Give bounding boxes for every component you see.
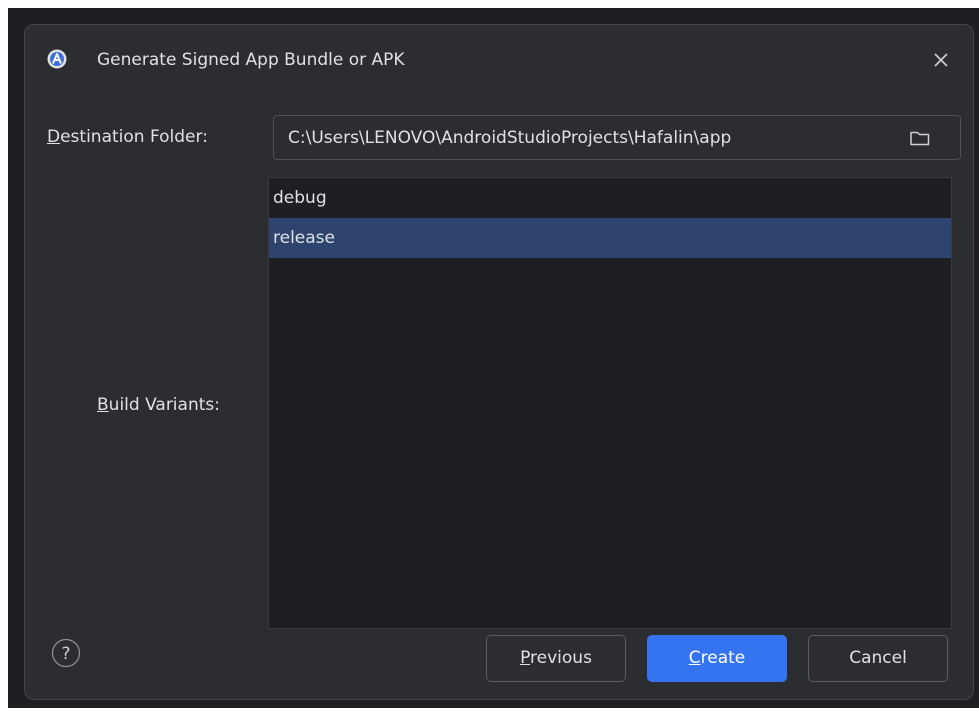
android-studio-icon bbox=[47, 49, 67, 69]
create-button[interactable]: Create bbox=[647, 635, 787, 682]
create-mnemonic: C bbox=[688, 648, 701, 668]
destination-label-mnemonic: D bbox=[47, 127, 61, 147]
close-icon[interactable] bbox=[930, 49, 952, 71]
help-icon[interactable]: ? bbox=[51, 638, 81, 668]
previous-label: revious bbox=[530, 648, 592, 668]
previous-mnemonic: P bbox=[520, 648, 531, 668]
help-glyph: ? bbox=[61, 644, 70, 664]
destination-folder-label: Destination Folder: bbox=[47, 126, 208, 148]
build-variants-list[interactable]: debug release bbox=[268, 177, 952, 629]
variant-item-debug[interactable]: debug bbox=[269, 178, 951, 218]
previous-button[interactable]: Previous bbox=[486, 635, 626, 682]
folder-icon[interactable] bbox=[908, 127, 932, 149]
destination-label-text: estination Folder: bbox=[60, 127, 208, 147]
destination-folder-field[interactable]: C:\Users\LENOVO\AndroidStudioProjects\Ha… bbox=[273, 115, 961, 160]
generate-signed-bundle-dialog: Generate Signed App Bundle or APK Destin… bbox=[24, 24, 974, 700]
variant-item-release[interactable]: release bbox=[269, 218, 951, 258]
dialog-titlebar: Generate Signed App Bundle or APK bbox=[25, 25, 973, 95]
create-label: reate bbox=[700, 648, 746, 668]
dialog-title: Generate Signed App Bundle or APK bbox=[97, 50, 405, 70]
build-variants-label: Build Variants: bbox=[97, 394, 220, 416]
build-variants-label-mnemonic: B bbox=[97, 395, 109, 415]
build-variants-label-text: uild Variants: bbox=[108, 395, 220, 415]
cancel-button[interactable]: Cancel bbox=[808, 635, 948, 682]
destination-path-text[interactable]: C:\Users\LENOVO\AndroidStudioProjects\Ha… bbox=[288, 127, 731, 149]
